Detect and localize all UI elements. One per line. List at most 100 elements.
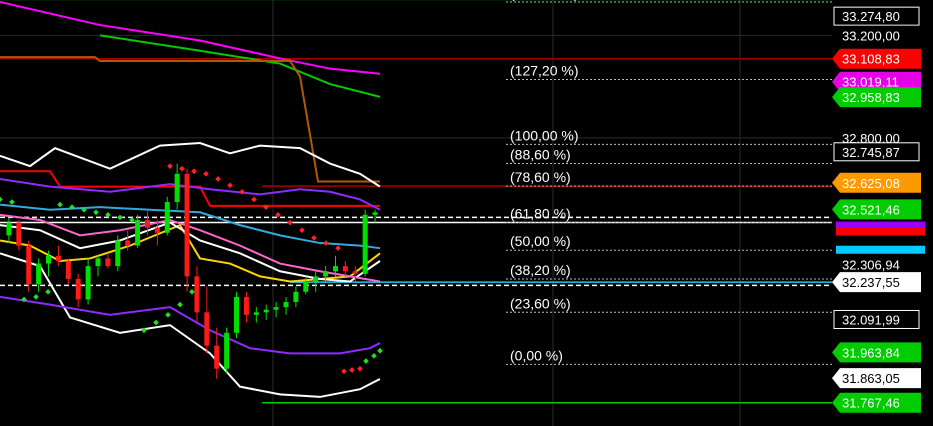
indicator-line [0, 213, 381, 283]
indicator-line [0, 170, 380, 207]
candle-body [26, 245, 32, 285]
indicator-line [0, 252, 381, 398]
price-tag: 32.306,94 [833, 254, 920, 274]
chart-grid [0, 0, 832, 426]
candle-body [234, 296, 240, 333]
price-tag: 33.274,80 [833, 6, 920, 26]
candle-body [263, 309, 269, 313]
sar-dot-green [377, 347, 383, 354]
candle-body [55, 255, 61, 262]
price-tag-label: 32.521,46 [842, 202, 900, 217]
sar-dot-green [0, 196, 3, 203]
price-tag: 31.963,84 [832, 342, 921, 363]
price-tag-label: 32.625,08 [842, 176, 900, 191]
candle-body [65, 261, 71, 279]
candle-body [352, 271, 358, 274]
sar-dot-red [349, 367, 355, 373]
sar-dot-red [311, 235, 317, 241]
sar-dot-red [357, 365, 363, 372]
candle-body [204, 312, 210, 346]
sar-dot-red [299, 227, 305, 234]
price-tag-label: 32.745,87 [842, 145, 900, 160]
candle-body [293, 291, 299, 303]
candle-body [135, 219, 141, 246]
indicator-line [99, 34, 381, 98]
sar-dot-red [227, 182, 233, 189]
candle-body [36, 263, 42, 285]
price-tag-label: 33.200,00 [842, 28, 900, 43]
indicator-series [0, 1, 381, 398]
candle-body [323, 271, 329, 277]
fib-label: (61,80 %) [510, 206, 571, 222]
candle-body [194, 276, 200, 313]
fib-label: (23,60 %) [510, 295, 571, 311]
sar-dot-red [191, 168, 197, 175]
sar-dot-red [215, 176, 221, 182]
sar-dot-green [165, 312, 171, 318]
fib-label: (78,60 %) [510, 169, 571, 185]
sar-dot-green [93, 209, 99, 216]
price-tag: 31.767,46 [832, 392, 921, 413]
candle-body [16, 222, 22, 246]
candle-body [164, 202, 170, 233]
sar-dot-red [323, 240, 329, 246]
indicator-line [0, 56, 380, 183]
candle-body [46, 255, 52, 264]
sar-dot-green [33, 294, 39, 300]
price-tag-label: 33.108,83 [842, 52, 900, 67]
sar-dot-red [287, 219, 293, 226]
price-tag: 32.958,83 [832, 87, 921, 108]
price-tag-label: 31.963,84 [842, 345, 900, 360]
sar-dot-green [117, 214, 123, 221]
candle-body [125, 240, 131, 246]
candle-body [115, 240, 121, 267]
candle-body [224, 332, 230, 369]
price-tag-stub [836, 245, 925, 254]
indicator-line [0, 295, 381, 355]
candle-body [105, 258, 111, 267]
sar-dot-red [341, 368, 347, 375]
fib-label: (50,00 %) [510, 233, 571, 249]
candle-body [184, 173, 190, 277]
candle-body [332, 266, 338, 272]
sar-dot-green [371, 353, 377, 359]
price-tag: 31.863,05 [832, 368, 921, 389]
sar-dot-red [335, 245, 341, 252]
sar-dot-red [203, 170, 209, 177]
fib-label: (161,80 %) [510, 0, 578, 1]
price-chart[interactable]: (161,80 %) (127,20 %) (100,00 %) (88,60 %) (… [0, 0, 933, 426]
price-axis-tags: 33.274,8033.200,0033.108,8333.019,1132.9… [832, 6, 925, 413]
candle-body [95, 258, 101, 267]
price-tag-label: 32.091,99 [842, 312, 900, 327]
candle-body [303, 281, 309, 292]
price-tag-label: 33.274,80 [842, 9, 900, 24]
candle-body [154, 227, 160, 233]
price-tag: 33.200,00 [833, 25, 920, 45]
sar-dot-red [239, 188, 245, 195]
candle-body [253, 312, 259, 315]
fib-label: (38,20 %) [510, 262, 571, 278]
candle-body [273, 307, 279, 310]
candle-body [313, 276, 319, 282]
candle-body [75, 278, 81, 300]
price-tag-label: 32.306,94 [842, 257, 900, 272]
price-tag-label: 31.767,46 [842, 396, 900, 411]
candle-body [372, 212, 378, 215]
price-tag: 32.091,99 [833, 309, 920, 329]
fibonacci-levels: (161,80 %) (127,20 %) (100,00 %) (88,60 %) (… [506, 0, 832, 365]
price-tag-label: 32.958,83 [842, 90, 900, 105]
price-tag-stub [836, 227, 925, 236]
sar-dot-green [45, 288, 51, 295]
price-tag: 32.745,87 [833, 142, 920, 162]
price-tag: 33.108,83 [832, 48, 921, 69]
price-tag-label: 31.863,05 [842, 371, 900, 386]
candle-body [342, 266, 348, 272]
sar-dot-green [153, 319, 159, 326]
sar-dot-green [177, 301, 183, 308]
sar-dot-green [57, 201, 63, 208]
candle-body [85, 266, 91, 300]
candle-body [174, 173, 180, 203]
candle-body [283, 302, 289, 308]
sar-dot-red [251, 196, 257, 203]
sar-dot-green [9, 199, 15, 205]
